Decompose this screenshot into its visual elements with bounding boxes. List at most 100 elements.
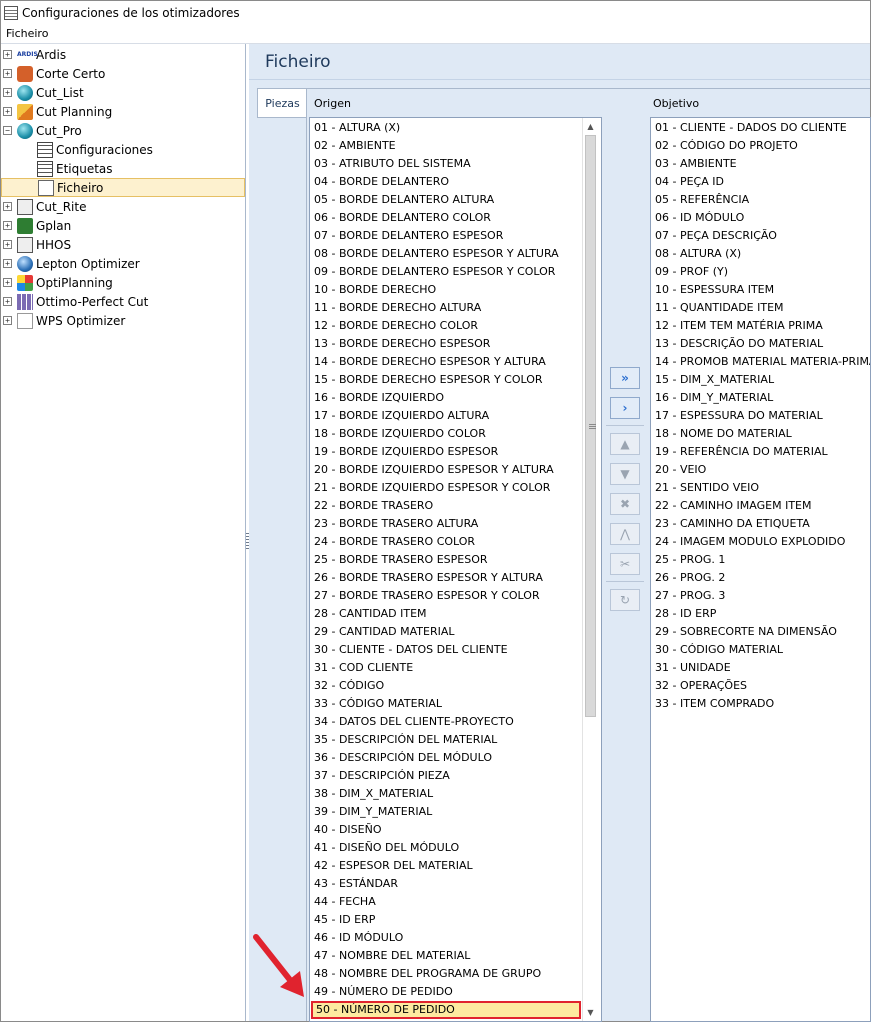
origen-list-item[interactable]: 44 - FECHA xyxy=(314,893,376,911)
delete-button[interactable]: ✖ xyxy=(610,493,640,515)
origen-list-item[interactable]: 33 - CÓDIGO MATERIAL xyxy=(314,695,442,713)
origen-list-item[interactable]: 14 - BORDE DERECHO ESPESOR Y ALTURA xyxy=(314,353,546,371)
refresh-button[interactable]: ↻ xyxy=(610,589,640,611)
objetivo-list-item[interactable]: 14 - PROMOB MATERIAL MATERIA-PRIMA xyxy=(655,353,870,371)
origen-list-item[interactable]: 48 - NOMBRE DEL PROGRAMA DE GRUPO xyxy=(314,965,541,983)
origen-list-item[interactable]: 45 - ID ERP xyxy=(314,911,375,929)
expand-icon[interactable]: + xyxy=(3,278,12,287)
origen-list-item[interactable]: 12 - BORDE DERECHO COLOR xyxy=(314,317,478,335)
origen-list-item[interactable]: 49 - NÚMERO DE PEDIDO xyxy=(314,983,453,1001)
tree-item-etiquetas[interactable]: Etiquetas xyxy=(1,159,245,178)
objetivo-list-item[interactable]: 32 - OPERAÇÕES xyxy=(655,677,747,695)
origen-list-item[interactable]: 18 - BORDE IZQUIERDO COLOR xyxy=(314,425,486,443)
move-right-button[interactable]: › xyxy=(610,397,640,419)
origen-list-item[interactable]: 06 - BORDE DELANTERO COLOR xyxy=(314,209,491,227)
objetivo-list-item[interactable]: 31 - UNIDADE xyxy=(655,659,731,677)
origen-list-item[interactable]: 04 - BORDE DELANTERO xyxy=(314,173,449,191)
origen-list-item[interactable]: 26 - BORDE TRASERO ESPESOR Y ALTURA xyxy=(314,569,543,587)
collapse-icon[interactable]: − xyxy=(3,126,12,135)
origen-list-item[interactable]: 13 - BORDE DERECHO ESPESOR xyxy=(314,335,490,353)
tree-item-configuraciones[interactable]: Configuraciones xyxy=(1,140,245,159)
menu-ficheiro[interactable]: Ficheiro xyxy=(1,27,53,40)
origen-list-item[interactable]: 10 - BORDE DERECHO xyxy=(314,281,436,299)
origen-list-item[interactable]: 20 - BORDE IZQUIERDO ESPESOR Y ALTURA xyxy=(314,461,554,479)
tree-item-ficheiro[interactable]: Ficheiro xyxy=(1,178,245,197)
origen-list-item[interactable]: 46 - ID MÓDULO xyxy=(314,929,403,947)
objetivo-list-item[interactable]: 05 - REFERÊNCIA xyxy=(655,191,749,209)
origen-list-item[interactable]: 38 - DIM_X_MATERIAL xyxy=(314,785,433,803)
scrollbar-thumb[interactable] xyxy=(585,135,596,717)
objetivo-list-item[interactable]: 10 - ESPESSURA ITEM xyxy=(655,281,774,299)
origen-list-item[interactable]: 22 - BORDE TRASERO xyxy=(314,497,433,515)
origen-list-item[interactable]: 23 - BORDE TRASERO ALTURA xyxy=(314,515,478,533)
objetivo-list-item[interactable]: 06 - ID MÓDULO xyxy=(655,209,744,227)
tree-item-ardis[interactable]: + ARDIS Ardis xyxy=(1,45,245,64)
origen-list-item[interactable]: 07 - BORDE DELANTERO ESPESOR xyxy=(314,227,503,245)
objetivo-list-item[interactable]: 26 - PROG. 2 xyxy=(655,569,725,587)
tree-item-cut-planning[interactable]: + Cut Planning xyxy=(1,102,245,121)
expand-icon[interactable]: + xyxy=(3,88,12,97)
origen-list-item[interactable]: 32 - CÓDIGO xyxy=(314,677,384,695)
origen-list-item[interactable]: 27 - BORDE TRASERO ESPESOR Y COLOR xyxy=(314,587,540,605)
origen-list-item[interactable]: 17 - BORDE IZQUIERDO ALTURA xyxy=(314,407,489,425)
expand-icon[interactable]: + xyxy=(3,107,12,116)
origen-list-item[interactable]: 50 - NÚMERO DE PEDIDO xyxy=(311,1001,581,1019)
objetivo-list-item[interactable]: 30 - CÓDIGO MATERIAL xyxy=(655,641,783,659)
tree-item-cut-pro[interactable]: − Cut_Pro xyxy=(1,121,245,140)
origen-list-item[interactable]: 09 - BORDE DELANTERO ESPESOR Y COLOR xyxy=(314,263,555,281)
origen-list-item[interactable]: 43 - ESTÁNDAR xyxy=(314,875,398,893)
origen-list-item[interactable]: 47 - NOMBRE DEL MATERIAL xyxy=(314,947,470,965)
origen-list-item[interactable]: 24 - BORDE TRASERO COLOR xyxy=(314,533,475,551)
tree-item-lepton-optimizer[interactable]: + Lepton Optimizer xyxy=(1,254,245,273)
objetivo-list-item[interactable]: 17 - ESPESSURA DO MATERIAL xyxy=(655,407,823,425)
objetivo-list-item[interactable]: 01 - CLIENTE - DADOS DO CLIENTE xyxy=(655,119,847,137)
tree-item-ottimo-perfect-cut[interactable]: + Ottimo-Perfect Cut xyxy=(1,292,245,311)
origen-list-item[interactable]: 05 - BORDE DELANTERO ALTURA xyxy=(314,191,494,209)
objetivo-list-item[interactable]: 27 - PROG. 3 xyxy=(655,587,725,605)
objetivo-list-item[interactable]: 15 - DIM_X_MATERIAL xyxy=(655,371,774,389)
expand-icon[interactable]: + xyxy=(3,69,12,78)
tree-item-hhos[interactable]: + HHOS xyxy=(1,235,245,254)
expand-icon[interactable]: + xyxy=(3,221,12,230)
expand-icon[interactable]: + xyxy=(3,316,12,325)
origen-list-item[interactable]: 08 - BORDE DELANTERO ESPESOR Y ALTURA xyxy=(314,245,559,263)
objetivo-list-item[interactable]: 33 - ITEM COMPRADO xyxy=(655,695,774,713)
origen-list-item[interactable]: 11 - BORDE DERECHO ALTURA xyxy=(314,299,481,317)
origen-list-item[interactable]: 28 - CANTIDAD ITEM xyxy=(314,605,427,623)
expand-icon[interactable]: + xyxy=(3,50,12,59)
move-up-button[interactable]: ▲ xyxy=(610,433,640,455)
objetivo-list-item[interactable]: 21 - SENTIDO VEIO xyxy=(655,479,759,497)
origen-list-item[interactable]: 41 - DISEÑO DEL MÓDULO xyxy=(314,839,459,857)
origen-list-item[interactable]: 16 - BORDE IZQUIERDO xyxy=(314,389,444,407)
origen-list-item[interactable]: 03 - ATRIBUTO DEL SISTEMA xyxy=(314,155,471,173)
objetivo-list-item[interactable]: 19 - REFERÊNCIA DO MATERIAL xyxy=(655,443,828,461)
objetivo-list-item[interactable]: 11 - QUANTIDADE ITEM xyxy=(655,299,784,317)
move-down-button[interactable]: ▼ xyxy=(610,463,640,485)
origen-list-item[interactable]: 15 - BORDE DERECHO ESPESOR Y COLOR xyxy=(314,371,543,389)
objetivo-listbox[interactable]: 01 - CLIENTE - DADOS DO CLIENTE 02 - CÓDI… xyxy=(650,117,871,1022)
objetivo-list-item[interactable]: 23 - CAMINHO DA ETIQUETA xyxy=(655,515,810,533)
objetivo-list-item[interactable]: 12 - ITEM TEM MATÉRIA PRIMA xyxy=(655,317,823,335)
origen-list-item[interactable]: 34 - DATOS DEL CLIENTE-PROYECTO xyxy=(314,713,514,731)
origen-list-item[interactable]: 31 - COD CLIENTE xyxy=(314,659,413,677)
origen-list-item[interactable]: 30 - CLIENTE - DATOS DEL CLIENTE xyxy=(314,641,508,659)
objetivo-list-item[interactable]: 13 - DESCRIÇÃO DO MATERIAL xyxy=(655,335,823,353)
objetivo-list-item[interactable]: 25 - PROG. 1 xyxy=(655,551,725,569)
tree-item-gplan[interactable]: + Gplan xyxy=(1,216,245,235)
objetivo-list-item[interactable]: 04 - PEÇA ID xyxy=(655,173,724,191)
expand-icon[interactable]: + xyxy=(3,297,12,306)
origen-list-item[interactable]: 37 - DESCRIPCIÓN PIEZA xyxy=(314,767,450,785)
expand-icon[interactable]: + xyxy=(3,240,12,249)
objetivo-list-item[interactable]: 22 - CAMINHO IMAGEM ITEM xyxy=(655,497,812,515)
tree-item-cut-rite[interactable]: + Cut_Rite xyxy=(1,197,245,216)
origen-list-item[interactable]: 29 - CANTIDAD MATERIAL xyxy=(314,623,455,641)
origen-list-item[interactable]: 21 - BORDE IZQUIERDO ESPESOR Y COLOR xyxy=(314,479,550,497)
origen-list-item[interactable]: 40 - DISEÑO xyxy=(314,821,382,839)
tab-piezas[interactable]: Piezas xyxy=(257,88,307,118)
scroll-up-arrow-icon[interactable]: ▲ xyxy=(583,119,598,134)
tree-item-corte-certo[interactable]: + Corte Certo xyxy=(1,64,245,83)
origen-list-item[interactable]: 35 - DESCRIPCIÓN DEL MATERIAL xyxy=(314,731,497,749)
tree-item-cut-list[interactable]: + Cut_List xyxy=(1,83,245,102)
objetivo-list-item[interactable]: 20 - VEIO xyxy=(655,461,706,479)
origen-list-item[interactable]: 19 - BORDE IZQUIERDO ESPESOR xyxy=(314,443,498,461)
